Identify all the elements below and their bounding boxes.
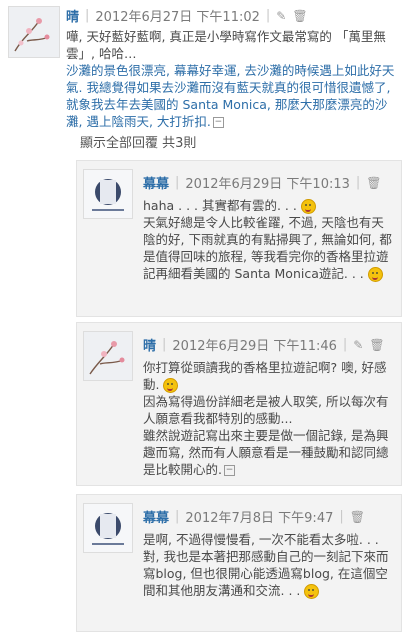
reply-author[interactable]: 幕幕 bbox=[143, 507, 169, 526]
pencil-icon[interactable]: ✎ bbox=[353, 338, 363, 352]
separator: | bbox=[339, 509, 344, 524]
collapse-icon[interactable]: − bbox=[212, 117, 224, 128]
reply-text: 天氣好總是令人比較雀躍, 不過, 天陰也有天陰的好, 下雨就真的有點掃興了, 無… bbox=[143, 215, 392, 281]
trash-icon[interactable]: 🗑 bbox=[350, 510, 365, 524]
pencil-icon[interactable]: ✎ bbox=[276, 9, 286, 23]
comment-author[interactable]: 晴 bbox=[66, 6, 79, 25]
reply-text: 是啊, 不過得慢慢看, 一次不能看太多啦. . . bbox=[143, 532, 379, 547]
separator: | bbox=[175, 509, 180, 524]
avatar[interactable] bbox=[83, 169, 133, 219]
trash-icon[interactable]: 🗑 bbox=[366, 176, 381, 190]
avatar-image bbox=[9, 7, 59, 57]
trash-icon[interactable]: 🗑 bbox=[369, 338, 384, 352]
separator: | bbox=[342, 337, 348, 352]
avatar-image bbox=[84, 170, 132, 218]
reply-timestamp: 2012年6月29日 下午10:13 bbox=[185, 177, 350, 192]
comment-body: 嘩, 天好藍好藍啊, 真正是小學時寫作文最常寫的 「萬里無雲」, 哈哈… 沙灘的… bbox=[66, 28, 402, 130]
separator: | bbox=[355, 175, 361, 190]
smiley-icon bbox=[163, 378, 179, 393]
comment-text: 沙灘的景色很漂亮, 幕幕好幸運, 去沙灘的時候遇上如此好天氣. 我總覺得如果去沙… bbox=[66, 63, 395, 129]
show-all-replies-link[interactable]: 顯示全部回覆 共3則 bbox=[80, 132, 196, 151]
reply-text: haha . . . 其實都有雲的. . . bbox=[143, 198, 297, 213]
reply-card: 幕幕 | 2012年7月8日 下午9:47 | 🗑 是啊, 不過得慢慢看, 一次… bbox=[76, 494, 402, 632]
reply-timestamp: 2012年6月29日 下午11:46 bbox=[172, 339, 337, 354]
reply-timestamp: 2012年7月8日 下午9:47 bbox=[185, 511, 334, 526]
reply-card: 幕幕 | 2012年6月29日 下午10:13 | 🗑 haha . . . 其… bbox=[76, 160, 402, 317]
smiley-icon bbox=[300, 199, 316, 214]
comment-timestamp: 2012年6月27日 下午11:02 bbox=[95, 10, 260, 25]
trash-icon[interactable]: 🗑 bbox=[292, 9, 307, 23]
reply-text: 對, 我也是本著把那感動自己的一刻記下來而寫blog, 但也很開心能透過寫blo… bbox=[143, 549, 389, 598]
reply-author[interactable]: 晴 bbox=[143, 335, 156, 354]
avatar-image bbox=[84, 504, 132, 552]
reply-text: 雖然說遊記寫出來主要是做一個記錄, 是為興趣而寫, 然而有人願意看是一種鼓勵和認… bbox=[143, 428, 389, 477]
separator: | bbox=[162, 337, 167, 352]
avatar[interactable] bbox=[83, 503, 133, 553]
avatar-image bbox=[84, 332, 132, 380]
collapse-icon[interactable]: − bbox=[223, 465, 235, 476]
smiley-icon bbox=[304, 584, 320, 599]
reply-text: 你打算從頭讀我的香格里拉遊記啊? 噢, 好感動. bbox=[143, 360, 387, 392]
reply-text: 因為寫得過份詳細老是被人取笑, 所以每次有人願意看我都特別的感動... bbox=[143, 394, 389, 426]
reply-author[interactable]: 幕幕 bbox=[143, 173, 169, 192]
separator: | bbox=[175, 175, 180, 190]
avatar[interactable] bbox=[8, 6, 60, 58]
avatar[interactable] bbox=[83, 331, 133, 381]
separator: | bbox=[85, 8, 90, 23]
smiley-icon bbox=[367, 267, 383, 282]
reply-card: 晴 | 2012年6月29日 下午11:46 | ✎ 🗑 你打算從頭讀我的香格里… bbox=[76, 322, 402, 486]
separator: | bbox=[265, 8, 271, 23]
comment-text: 嘩, 天好藍好藍啊, 真正是小學時寫作文最常寫的 「萬里無雲」, 哈哈… bbox=[66, 29, 386, 61]
